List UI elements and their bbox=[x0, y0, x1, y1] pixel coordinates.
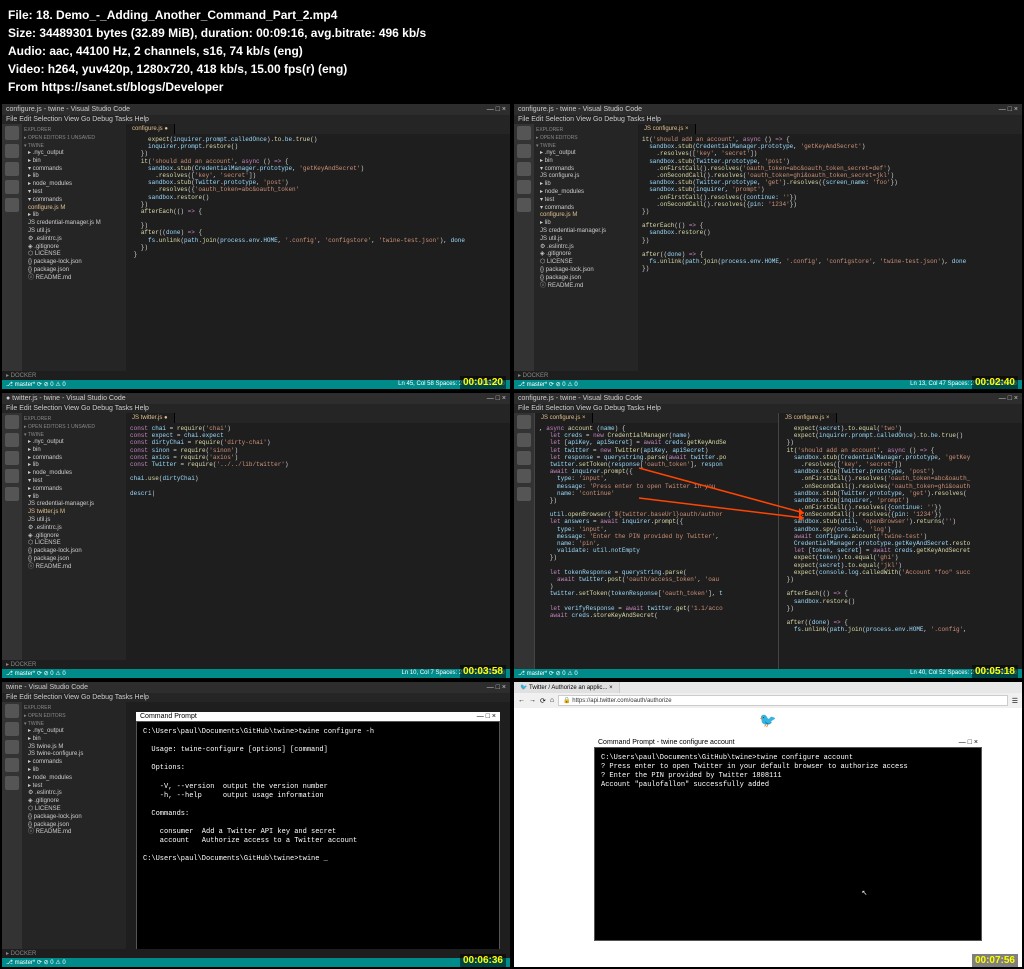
window-title: configure.js - twine - Visual Studio Cod… bbox=[518, 106, 642, 113]
status-left[interactable]: ⎇ master* ⟳ ⊘ 0 ⚠ 0 bbox=[6, 381, 66, 388]
code-editor-right[interactable]: expect(secret).to.equal('two') expect(in… bbox=[779, 423, 1022, 669]
timestamp: 00:06:36 bbox=[460, 954, 506, 967]
menubar[interactable]: File Edit Selection View Go Debug Tasks … bbox=[514, 404, 1022, 413]
video-info: h264, yuv420p, 1280x720, 418 kb/s, 15.00… bbox=[48, 62, 348, 76]
status-left[interactable]: ⎇ master* ⟳ ⊘ 0 ⚠ 0 bbox=[6, 670, 66, 677]
back-icon[interactable]: ← bbox=[518, 697, 525, 704]
file-info-header: File: 18. Demo_-_Adding_Another_Command_… bbox=[0, 0, 1024, 102]
timestamp: 00:03:58 bbox=[460, 665, 506, 678]
timestamp: 00:02:40 bbox=[972, 376, 1018, 389]
folder-root[interactable]: ▾ TWINE bbox=[24, 142, 124, 150]
explorer-label: EXPLORER bbox=[536, 126, 636, 134]
menubar[interactable]: File Edit Selection View Go Debug Tasks … bbox=[2, 404, 510, 413]
audio-info: aac, 44100 Hz, 2 channels, s16, 74 kb/s … bbox=[49, 44, 302, 58]
screenshot-1: configure.js - twine - Visual Studio Cod… bbox=[2, 104, 510, 389]
docker-panel[interactable]: ▸ DOCKER bbox=[2, 371, 510, 380]
timestamp: 00:01:20 bbox=[460, 376, 506, 389]
window-title: ● twitter.js - twine - Visual Studio Cod… bbox=[6, 395, 126, 402]
file-tree[interactable]: ▸ .nyc_output▸ bin▸ commands▸ lib▸ node_… bbox=[24, 439, 124, 572]
file-tree[interactable]: ▸ .nyc_output▸ bin JS twine.js M JS twin… bbox=[24, 728, 124, 837]
status-left[interactable]: ⎇ master* ⟳ ⊘ 0 ⚠ 0 bbox=[518, 670, 578, 677]
activity-bar[interactable] bbox=[2, 124, 22, 371]
folder-root[interactable]: ▾ TWINE bbox=[24, 431, 124, 439]
open-editors[interactable]: ▸ OPEN EDITORS bbox=[536, 134, 636, 142]
code-editor-left[interactable]: , async account (name) { let creds = new… bbox=[535, 423, 778, 669]
url-bar[interactable]: 🔒 https://api.twitter.com/oauth/authoriz… bbox=[558, 695, 1008, 706]
activity-bar[interactable] bbox=[514, 413, 534, 669]
twitter-logo-icon: 🐦 bbox=[514, 708, 1022, 733]
window-controls[interactable]: — □ × bbox=[487, 684, 506, 691]
window-title: twine - Visual Studio Code bbox=[6, 684, 88, 691]
window-controls[interactable]: — □ × bbox=[487, 395, 506, 402]
folder-root[interactable]: ▾ TWINE bbox=[24, 720, 124, 728]
status-left[interactable]: ⎇ master* ⟳ ⊘ 0 ⚠ 0 bbox=[518, 381, 578, 388]
home-icon[interactable]: ⌂ bbox=[550, 697, 554, 704]
command-prompt[interactable]: C:\Users\paul\Documents\GitHub\twine>twi… bbox=[594, 747, 982, 941]
explorer-label: EXPLORER bbox=[24, 704, 124, 712]
sidebar[interactable]: EXPLORER ▸ OPEN EDITORS 1 UNSAVED ▾ TWIN… bbox=[22, 124, 126, 371]
docker-panel[interactable]: ▸ DOCKER bbox=[2, 949, 510, 958]
screenshot-2: configure.js - twine - Visual Studio Cod… bbox=[514, 104, 1022, 389]
cmd-titlebar[interactable]: Command Prompt - twine configure account… bbox=[594, 738, 982, 747]
screenshot-4: configure.js - twine - Visual Studio Cod… bbox=[514, 393, 1022, 678]
screenshot-3: ● twitter.js - twine - Visual Studio Cod… bbox=[2, 393, 510, 678]
reload-icon[interactable]: ⟳ bbox=[540, 697, 546, 705]
browser-tab[interactable]: 🐦 Twitter / Authorize an applic... × bbox=[514, 682, 620, 693]
editor-tab[interactable]: JS configure.js × bbox=[638, 124, 696, 134]
file-size: 34489301 bytes (32.89 MiB), duration: 00… bbox=[39, 26, 426, 40]
open-editors[interactable]: ▸ OPEN EDITORS bbox=[24, 712, 124, 720]
editor-tab[interactable]: JS configure.js × bbox=[535, 413, 593, 423]
explorer-label: EXPLORER bbox=[24, 126, 124, 134]
menu-icon[interactable]: ☰ bbox=[1012, 697, 1018, 705]
open-editors[interactable]: ▸ OPEN EDITORS 1 UNSAVED bbox=[24, 134, 124, 142]
screenshot-5: twine - Visual Studio Code — □ × File Edi… bbox=[2, 682, 510, 967]
source-url: https://sanet.st/blogs/Developer bbox=[41, 80, 223, 94]
editor-tab[interactable]: JS configure.js × bbox=[779, 413, 837, 423]
file-tree[interactable]: ▸ .nyc_output▸ bin▾ commands▸ lib▸ node_… bbox=[24, 150, 124, 283]
code-editor[interactable]: it('should add an account', async () => … bbox=[638, 134, 1022, 371]
browser-toolbar[interactable]: ← → ⟳ ⌂ 🔒 https://api.twitter.com/oauth/… bbox=[514, 693, 1022, 708]
activity-bar[interactable] bbox=[2, 702, 22, 949]
activity-bar[interactable] bbox=[514, 124, 534, 371]
folder-root[interactable]: ▾ TWINE bbox=[536, 142, 636, 150]
code-editor[interactable]: expect(inquirer.prompt.calledOnce).to.be… bbox=[126, 134, 510, 371]
window-controls[interactable]: — □ × bbox=[999, 106, 1018, 113]
explorer-label: EXPLORER bbox=[24, 415, 124, 423]
menubar[interactable]: File Edit Selection View Go Debug Tasks … bbox=[2, 693, 510, 702]
activity-bar[interactable] bbox=[2, 413, 22, 660]
sidebar[interactable]: EXPLORER ▸ OPEN EDITORS 1 UNSAVED ▾ TWIN… bbox=[22, 413, 126, 660]
menubar[interactable]: File Edit Selection View Go Debug Tasks … bbox=[514, 115, 1022, 124]
timestamp: 00:05:18 bbox=[972, 665, 1018, 678]
window-controls[interactable]: — □ × bbox=[999, 395, 1018, 402]
command-prompt[interactable]: C:\Users\paul\Documents\GitHub\twine>twi… bbox=[136, 721, 500, 949]
window-controls[interactable]: — □ × bbox=[487, 106, 506, 113]
menubar[interactable]: File Edit Selection View Go Debug Tasks … bbox=[2, 115, 510, 124]
docker-panel[interactable]: ▸ DOCKER bbox=[2, 660, 510, 669]
editor-tab[interactable]: JS twitter.js ● bbox=[126, 413, 175, 423]
file-tree[interactable]: ▸ .nyc_output▸ bin▾ commands JS configur… bbox=[536, 150, 636, 290]
code-editor[interactable]: const chai = require('chai') const expec… bbox=[126, 423, 510, 660]
screenshot-6: 🐦 Twitter / Authorize an applic... × ← →… bbox=[514, 682, 1022, 967]
cmd-titlebar[interactable]: Command Prompt— □ × bbox=[136, 712, 500, 721]
forward-icon[interactable]: → bbox=[529, 697, 536, 704]
window-title: configure.js - twine - Visual Studio Cod… bbox=[6, 106, 130, 113]
open-editors[interactable]: ▸ OPEN EDITORS 1 UNSAVED bbox=[24, 423, 124, 431]
docker-panel[interactable]: ▸ DOCKER bbox=[514, 371, 1022, 380]
status-left[interactable]: ⎇ master* ⟳ ⊘ 0 ⚠ 0 bbox=[6, 959, 66, 966]
window-title: configure.js - twine - Visual Studio Cod… bbox=[518, 395, 642, 402]
timestamp: 00:07:56 bbox=[972, 954, 1018, 967]
sidebar[interactable]: EXPLORER ▸ OPEN EDITORS ▾ TWINE ▸ .nyc_o… bbox=[534, 124, 638, 371]
editor-tab[interactable]: configure.js ● bbox=[126, 124, 175, 134]
file-name: 18. Demo_-_Adding_Another_Command_Part_2… bbox=[36, 8, 337, 22]
sidebar[interactable]: EXPLORER ▸ OPEN EDITORS ▾ TWINE ▸ .nyc_o… bbox=[22, 702, 126, 949]
